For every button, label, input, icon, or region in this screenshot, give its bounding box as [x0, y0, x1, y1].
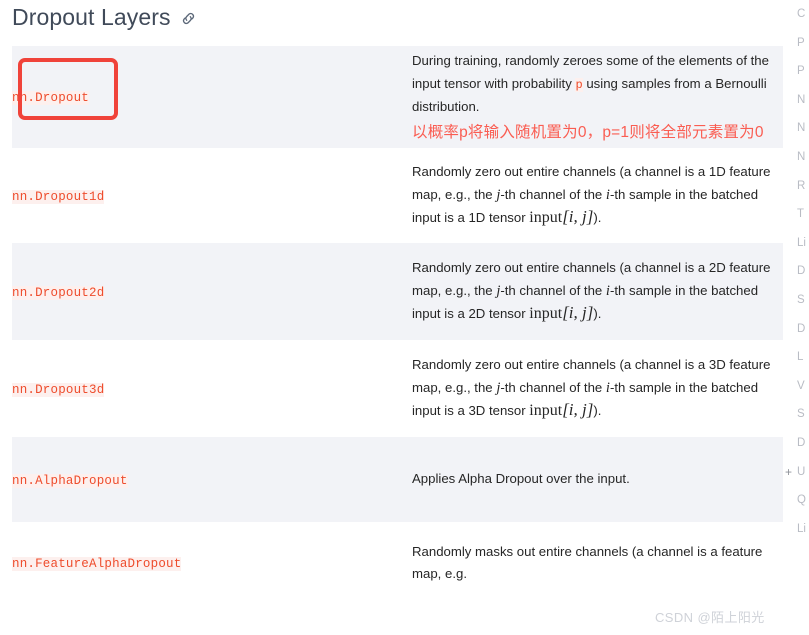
table-cell-name: nn.Dropout2d: [12, 243, 412, 340]
sidebar-item[interactable]: S: [783, 286, 809, 315]
layer-link-dropout3d[interactable]: nn.Dropout3d: [12, 382, 105, 397]
sidebar-item[interactable]: D: [783, 257, 809, 286]
sidebar-item-label: D: [797, 265, 806, 278]
sidebar-item-label: R: [797, 179, 806, 192]
description-text-mid: -th channel of the: [500, 282, 606, 298]
description-text-tail: ).: [593, 403, 602, 419]
table-cell-name: nn.Dropout1d: [12, 148, 412, 243]
page-title-text: Dropout Layers: [12, 4, 171, 30]
sidebar-item[interactable]: L: [783, 343, 809, 372]
table-cell-description: Randomly masks out entire channels (a ch…: [412, 522, 783, 604]
layer-description: Randomly zero out entire channels (a cha…: [412, 257, 783, 326]
sidebar-item[interactable]: T: [783, 200, 809, 229]
sidebar-item[interactable]: P: [783, 29, 809, 58]
description-text-tail: ).: [593, 306, 602, 322]
chinese-annotation: 以概率p将输入随机置为0，p=1则将全部元素置为0: [412, 123, 764, 141]
table-cell-description: Applies Alpha Dropout over the input.: [412, 437, 783, 522]
sidebar-item-label: L: [797, 351, 804, 364]
sidebar-item-label: C: [797, 8, 806, 20]
table-row: nn.Dropout2d Randomly zero out entire ch…: [12, 243, 783, 340]
table-cell-description: Randomly zero out entire channels (a cha…: [412, 340, 783, 437]
math-input: input: [529, 305, 563, 323]
dropout-layers-table: nn.Dropout During training, randomly zer…: [12, 46, 783, 604]
sidebar-item[interactable]: D: [783, 315, 809, 344]
sidebar-item[interactable]: N: [783, 143, 809, 172]
sidebar-item-label: V: [797, 379, 805, 392]
layer-description: Applies Alpha Dropout over the input.: [412, 471, 630, 487]
layer-description: Randomly zero out entire channels (a cha…: [412, 161, 783, 230]
sidebar-item[interactable]: D: [783, 429, 809, 458]
sidebar-item[interactable]: V: [783, 372, 809, 401]
table-body: nn.Dropout During training, randomly zer…: [12, 46, 783, 604]
description-text-mid: -th channel of the: [500, 379, 606, 395]
expand-plus-icon[interactable]: +: [785, 458, 792, 487]
sidebar-item[interactable]: Li: [783, 515, 809, 544]
table-row: nn.Dropout1d Randomly zero out entire ch…: [12, 148, 783, 243]
math-input: input: [529, 402, 563, 420]
right-sidebar[interactable]: C P P N N N R T Li D S D L V S D + U Q L…: [783, 0, 809, 635]
sidebar-item-label: N: [797, 150, 806, 163]
csdn-watermark: CSDN @陌上阳光: [655, 610, 765, 625]
table-cell-name: nn.Dropout3d: [12, 340, 412, 437]
sidebar-item-label: U: [797, 465, 806, 478]
layer-link-alphadropout[interactable]: nn.AlphaDropout: [12, 473, 128, 488]
sidebar-item-label: P: [797, 36, 805, 49]
math-index: [i, j]: [562, 207, 594, 227]
table-cell-description: During training, randomly zeroes some of…: [412, 46, 783, 148]
layer-link-dropout[interactable]: nn.Dropout: [12, 91, 90, 105]
table-row: nn.Dropout During training, randomly zer…: [12, 46, 783, 148]
layer-description: Randomly masks out entire channels (a ch…: [412, 543, 763, 582]
table-cell-description: Randomly zero out entire channels (a cha…: [412, 243, 783, 340]
layer-description: During training, randomly zeroes some of…: [412, 50, 783, 144]
table-cell-name: nn.Dropout: [12, 46, 412, 148]
description-text-tail: ).: [593, 210, 602, 226]
table-row: nn.AlphaDropout Applies Alpha Dropout ov…: [12, 437, 783, 522]
table-row: nn.Dropout3d Randomly zero out entire ch…: [12, 340, 783, 437]
sidebar-item-label: N: [797, 122, 806, 135]
inline-code-p: p: [575, 77, 583, 92]
sidebar-item-label: S: [797, 293, 805, 306]
sidebar-item-label: Li: [797, 236, 806, 249]
sidebar-item[interactable]: Q: [783, 486, 809, 515]
math-input: input: [529, 209, 563, 227]
sidebar-item-label: D: [797, 322, 806, 335]
math-index: [i, j]: [562, 303, 594, 323]
sidebar-item-label: T: [797, 208, 805, 221]
sidebar-item-expandable[interactable]: + U: [783, 458, 809, 487]
sidebar-item-label: Q: [797, 494, 806, 507]
page-title: Dropout Layers: [12, 2, 197, 32]
layer-link-dropout2d[interactable]: nn.Dropout2d: [12, 285, 105, 300]
table-cell-name: nn.FeatureAlphaDropout: [12, 522, 412, 604]
layer-link-dropout1d[interactable]: nn.Dropout1d: [12, 189, 105, 204]
sidebar-item[interactable]: C: [783, 0, 809, 29]
link-icon[interactable]: [180, 10, 197, 27]
sidebar-item-label: D: [797, 436, 806, 449]
sidebar-item[interactable]: S: [783, 400, 809, 429]
sidebar-item[interactable]: N: [783, 86, 809, 115]
table-cell-description: Randomly zero out entire channels (a cha…: [412, 148, 783, 243]
sidebar-item[interactable]: N: [783, 114, 809, 143]
table-row: nn.FeatureAlphaDropout Randomly masks ou…: [12, 522, 783, 604]
math-index: [i, j]: [562, 400, 594, 420]
description-text-mid: -th channel of the: [500, 186, 606, 202]
sidebar-item-label: S: [797, 408, 805, 421]
sidebar-item-label: N: [797, 93, 806, 106]
layer-link-featurealphadropout[interactable]: nn.FeatureAlphaDropout: [12, 557, 182, 571]
layer-description: Randomly zero out entire channels (a cha…: [412, 354, 783, 423]
sidebar-item[interactable]: R: [783, 172, 809, 201]
table-cell-name: nn.AlphaDropout: [12, 437, 412, 522]
sidebar-item[interactable]: Li: [783, 229, 809, 258]
sidebar-item-label: Li: [797, 522, 806, 535]
sidebar-item-label: P: [797, 65, 805, 78]
sidebar-item[interactable]: P: [783, 57, 809, 86]
